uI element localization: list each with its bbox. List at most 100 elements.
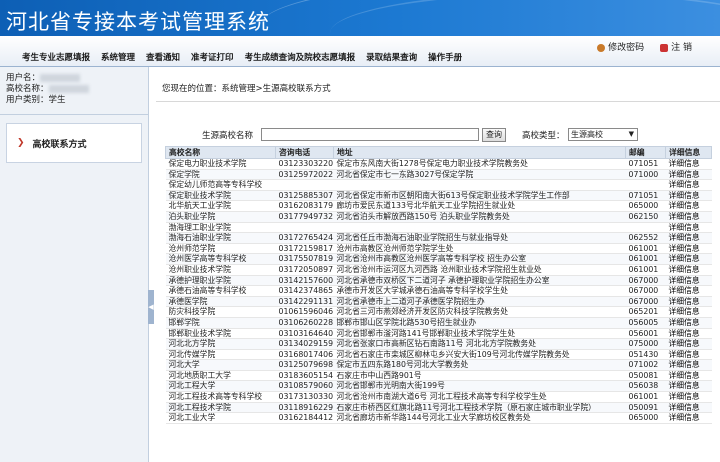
details-link[interactable]: 详细信息 — [665, 349, 712, 361]
chevron-down-icon: ▼ — [628, 130, 634, 138]
cell-school-name: 河北工程技术学院 — [165, 402, 276, 414]
sidebar-collapse-handle[interactable]: ◀ — [148, 290, 154, 324]
menu-item-scores[interactable]: 考生成绩查询及院校志愿填报 — [245, 51, 356, 63]
cell-postcode: 061001 — [625, 264, 666, 276]
cell-address: 石家庄市桥西区红旗北路11号河北工程技术学院（原石家庄城市职业学院） — [333, 402, 626, 414]
usertype-value: 学生 — [48, 95, 66, 105]
details-link[interactable]: 详细信息 — [665, 391, 712, 403]
menu-item-system[interactable]: 系统管理 — [101, 51, 135, 63]
schools-table: 高校名称 咨询电话 地址 邮编 详细信息 保定电力职业技术学院 031233032… — [165, 146, 712, 424]
details-link[interactable]: 详细信息 — [665, 169, 712, 181]
details-link[interactable]: 详细信息 — [665, 370, 712, 382]
usertype-row: 用户类别：学生 — [6, 95, 142, 106]
table-row: 邯郸职业技术学院 03103164640 河北省邯郸市滏河路141号邯郸职业技术学院… — [165, 328, 712, 340]
cell-address: 承德市开发区大学城承德石油高等专科学校学生处 — [333, 285, 626, 297]
main-content: 您现在的位置：系统管理>生源高校联系方式 生源高校名称 查询 高校类型： 生源高… — [156, 67, 720, 462]
details-link[interactable]: 详细信息 — [665, 402, 712, 414]
details-link[interactable]: 详细信息 — [665, 296, 712, 308]
details-link[interactable]: 详细信息 — [665, 328, 712, 340]
sidebar: 用户名： 高校名称： 用户类别：学生 ❯ 高校联系方式 — [0, 67, 149, 462]
cell-address: 河北省邯郸市滏河路141号邯郸职业技术学院学生处 — [333, 328, 626, 340]
details-link[interactable]: 详细信息 — [665, 158, 712, 170]
cell-address: 河北省任丘市渤海石油职业学院招生与就业指导处 — [333, 232, 626, 244]
cell-postcode: 065000 — [625, 200, 666, 212]
cell-phone: 03183605154 — [275, 370, 334, 382]
details-link[interactable]: 详细信息 — [665, 222, 712, 234]
cell-address: 石家庄市中山西路901号 — [333, 370, 626, 382]
query-button[interactable]: 查询 — [482, 128, 506, 142]
usertype-label: 用户类别： — [6, 95, 49, 105]
table-header-row: 高校名称 咨询电话 地址 邮编 详细信息 — [165, 146, 712, 159]
details-link[interactable]: 详细信息 — [665, 211, 712, 223]
cell-postcode: 071002 — [625, 359, 666, 371]
cell-phone: 03172159817 — [275, 243, 334, 255]
table-row: 防灾科技学院 01061596046 河北省三河市燕郊经济开发区防灾科技学院教务处 0… — [165, 306, 712, 318]
cell-postcode — [625, 179, 666, 191]
cell-school-name: 渤海理工职业学院 — [165, 222, 276, 234]
cell-address: 沧州市高教区沧州师范学院学生处 — [333, 243, 626, 255]
cell-postcode: 071051 — [625, 190, 666, 202]
cell-postcode: 062150 — [625, 211, 666, 223]
sidebar-item-contacts[interactable]: ❯ 高校联系方式 — [6, 123, 142, 163]
banner-decoration — [330, 0, 720, 36]
cell-phone: 03106260228 — [275, 317, 334, 329]
cell-school-name: 渤海石油职业学院 — [165, 232, 276, 244]
cell-school-name: 保定电力职业技术学院 — [165, 158, 276, 170]
cell-postcode: 067000 — [625, 275, 666, 287]
cell-phone: 03162083179 — [275, 200, 334, 212]
menu-item-admission[interactable]: 录取结果查询 — [366, 51, 417, 63]
logout-link[interactable]: 注 销 — [660, 40, 692, 53]
cell-phone: 03108579060 — [275, 380, 334, 393]
details-link[interactable]: 详细信息 — [665, 275, 712, 287]
col-header-postcode: 邮编 — [625, 146, 666, 159]
menu-item-volunteer[interactable]: 考生专业志愿填报 — [22, 51, 90, 63]
cell-phone: 03103164640 — [275, 328, 334, 340]
table-row: 邯郸学院 03106260228 邯郸市邯山区学院北路530号招生就业办 056005… — [165, 317, 712, 329]
details-link[interactable]: 详细信息 — [665, 253, 712, 265]
cell-address: 河北省沧州市高教区沧州医学高等专科学校 招生办公室 — [333, 253, 626, 265]
details-link[interactable]: 详细信息 — [665, 264, 712, 276]
cell-postcode: 065000 — [625, 412, 666, 424]
cell-postcode: 050081 — [625, 370, 666, 382]
school-type-select[interactable]: 生源高校 ▼ — [568, 128, 638, 141]
cell-school-name: 沧州医学高等专科学校 — [165, 253, 276, 265]
menu-item-manual[interactable]: 操作手册 — [428, 51, 462, 63]
cell-school-name: 河北地质职工大学 — [165, 370, 276, 382]
details-link[interactable]: 详细信息 — [665, 232, 712, 244]
cell-address: 河北省泊头市解放西路150号 泊头职业学院教务处 — [333, 211, 626, 223]
cell-postcode: 061001 — [625, 243, 666, 255]
details-link[interactable]: 详细信息 — [665, 190, 712, 202]
cell-school-name: 河北大学 — [165, 359, 276, 371]
cell-address: 邯郸市邯山区学院北路530号招生就业办 — [333, 317, 626, 329]
school-name-input[interactable] — [261, 128, 479, 141]
cell-postcode: 056038 — [625, 380, 666, 393]
details-link[interactable]: 详细信息 — [665, 317, 712, 329]
menu-item-notices[interactable]: 查看通知 — [146, 51, 180, 63]
cell-school-name: 北华航天工业学院 — [165, 200, 276, 212]
cell-postcode: 061001 — [625, 253, 666, 265]
details-link[interactable]: 详细信息 — [665, 380, 712, 393]
details-link[interactable]: 详细信息 — [665, 412, 712, 424]
change-password-link[interactable]: 修改密码 — [597, 40, 644, 53]
table-row: 河北工业大学 03162184412 河北省廊坊市新华路144号河北工业大学廊坊校区… — [165, 412, 712, 424]
table-body: 保定电力职业技术学院 03123303220 保定市东风南大街1278号保定电力职业… — [165, 158, 712, 424]
menu-item-ticket-print[interactable]: 准考证打印 — [191, 51, 234, 63]
details-link[interactable]: 详细信息 — [665, 306, 712, 318]
details-link[interactable]: 详细信息 — [665, 243, 712, 255]
cell-school-name: 沧州师范学院 — [165, 243, 276, 255]
user-info: 用户名： 高校名称： 用户类别：学生 — [0, 67, 148, 112]
top-toolbar: 修改密码 注 销 考生专业志愿填报 系统管理 查看通知 准考证打印 考生成绩查询… — [0, 36, 720, 67]
table-row: 河北地质职工大学 03183605154 石家庄市中山西路901号 050081 详细信… — [165, 370, 712, 382]
school-type-value: 生源高校 — [571, 130, 603, 139]
table-row: 河北传媒学院 03168017406 河北省石家庄市栾城区柳林屯乡兴安大街109号河… — [165, 349, 712, 361]
details-link[interactable]: 详细信息 — [665, 285, 712, 297]
details-link[interactable]: 详细信息 — [665, 200, 712, 212]
cell-address: 河北省承德市上二道河子承德医学院招生办 — [333, 296, 626, 308]
cell-school-name: 保定幼儿师范高等专科学校 — [165, 179, 276, 191]
cell-address: 河北省邯郸市光明南大街199号 — [333, 380, 626, 393]
details-link[interactable]: 详细信息 — [665, 359, 712, 371]
cell-phone: 03118916229 — [275, 402, 334, 414]
details-link[interactable]: 详细信息 — [665, 179, 712, 191]
details-link[interactable]: 详细信息 — [665, 338, 712, 350]
table-row: 承德石油高等专科学校 03142374865 承德市开发区大学城承德石油高等专科学校… — [165, 285, 712, 297]
